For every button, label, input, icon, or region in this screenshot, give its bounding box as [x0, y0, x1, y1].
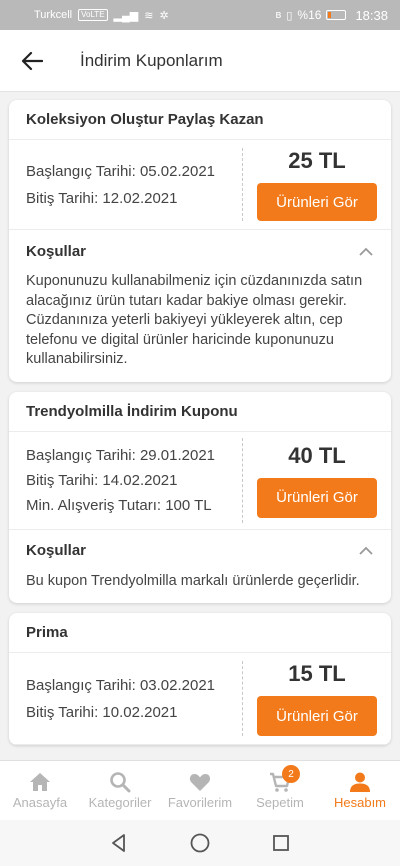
coupon-card: Trendyolmilla İndirim Kuponu Başlangıç T…	[9, 391, 391, 603]
battery-percent: %16	[297, 8, 322, 22]
conditions-text: Bu kupon Trendyolmilla markalı ürünlerde…	[26, 572, 360, 589]
chevron-up-icon	[358, 243, 374, 259]
nav-label-home: Anasayfa	[12, 795, 68, 810]
home-circle-icon[interactable]	[189, 832, 211, 854]
nav-label-cart: Sepetim	[256, 795, 304, 810]
coupon-end-date: Bitiş Tarihi: 14.02.2021	[26, 471, 178, 489]
coupon-title: Trendyolmilla İndirim Kuponu	[9, 392, 391, 432]
cart-badge: 2	[282, 765, 300, 783]
nav-item-cart[interactable]: 2 Sepetim	[240, 761, 320, 820]
conditions-label: Koşullar	[26, 542, 87, 559]
coupon-title: Prima	[9, 613, 391, 653]
status-bar: Turkcell VoLTE ▂▄▆ ≋ ✲ ʙ ▯ %16 18:38	[0, 0, 400, 30]
signal-icon: ▂▄▆	[113, 9, 139, 22]
user-icon	[350, 772, 370, 792]
bluetooth-icon: ʙ	[275, 9, 282, 21]
clock: 18:38	[355, 7, 388, 23]
coupon-list[interactable]: Koleksiyon Oluştur Paylaş Kazan Başlangı…	[0, 92, 400, 760]
conditions-toggle[interactable]: Koşullar	[9, 230, 391, 272]
conditions-toggle[interactable]: Koşullar	[9, 530, 391, 572]
volte-badge: VoLTE	[78, 9, 108, 21]
system-nav-bar	[0, 820, 400, 866]
recents-square-icon[interactable]	[271, 833, 291, 853]
coupon-min-amount: Min. Alışveriş Tutarı: 100 TL	[26, 496, 212, 514]
running-icon: ✲	[159, 9, 169, 22]
coupon-end-date: Bitiş Tarihi: 12.02.2021	[26, 189, 178, 207]
vibrate-icon: ▯	[286, 9, 293, 22]
nav-label-account: Hesabım	[333, 795, 387, 810]
back-button[interactable]	[0, 30, 64, 92]
conditions-label: Koşullar	[26, 242, 87, 260]
coupon-amount: 40 TL	[288, 442, 346, 468]
view-products-button[interactable]: Ürünleri Gör	[257, 183, 377, 221]
coupon-end-date: Bitiş Tarihi: 10.02.2021	[26, 703, 178, 721]
coupon-amount: 25 TL	[288, 148, 346, 173]
coupon-amount: 15 TL	[288, 661, 346, 686]
nav-item-account[interactable]: Hesabım	[320, 761, 400, 820]
search-icon	[110, 772, 131, 793]
home-icon	[30, 773, 50, 791]
carrier-name: Turkcell	[34, 9, 73, 21]
coupon-start-date: Başlangıç Tarihi: 03.02.2021	[26, 676, 216, 694]
coupon-start-date: Başlangıç Tarihi: 29.01.2021	[26, 446, 216, 464]
coupon-title: Koleksiyon Oluştur Paylaş Kazan	[9, 100, 391, 140]
coupon-card: Prima Başlangıç Tarihi: 03.02.2021 Bitiş…	[9, 613, 391, 745]
view-products-button[interactable]: Ürünleri Gör	[257, 696, 377, 736]
app-header: İndirim Kuponlarım	[0, 30, 400, 92]
bottom-nav: Anasayfa Kategoriler Favorilerim 2 Sepet…	[0, 760, 400, 820]
heart-icon	[189, 774, 211, 791]
arrow-left-icon	[21, 51, 43, 70]
battery-icon	[326, 10, 347, 20]
nav-item-home[interactable]: Anasayfa	[0, 761, 80, 820]
coupon-start-date: Başlangıç Tarihi: 05.02.2021	[26, 162, 216, 180]
view-products-button[interactable]: Ürünleri Gör	[257, 477, 377, 518]
conditions-text: Kuponunuzu kullanabilmeniz için cüzdanın…	[26, 273, 363, 367]
coupon-card: Koleksiyon Oluştur Paylaş Kazan Başlangı…	[9, 100, 391, 382]
chevron-up-icon	[358, 543, 374, 559]
page-title: İndirim Kuponlarım	[80, 50, 223, 70]
nav-item-categories[interactable]: Kategoriler	[80, 761, 160, 820]
wifi-icon: ≋	[144, 9, 154, 22]
nav-label-categories: Kategoriler	[88, 795, 152, 810]
back-triangle-icon[interactable]	[109, 833, 129, 853]
nav-label-favorites: Favorilerim	[167, 795, 233, 810]
nav-item-favorites[interactable]: Favorilerim	[160, 761, 240, 820]
